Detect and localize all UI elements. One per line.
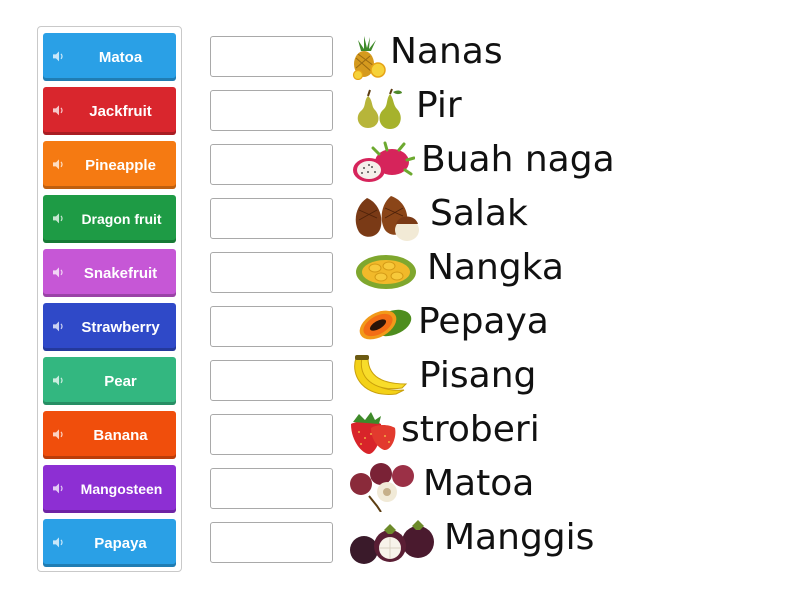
tile-label: Strawberry [81, 318, 160, 336]
speaker-icon[interactable] [52, 104, 64, 116]
tile-jackfruit[interactable]: Jackfruit [43, 87, 176, 135]
target-word-stroberi: stroberi [401, 409, 540, 450]
tile-label: Papaya [94, 534, 147, 552]
speaker-icon[interactable] [52, 482, 64, 494]
tile-papaya[interactable]: Papaya [43, 519, 176, 567]
tile-label: Banana [93, 426, 148, 444]
tile-label: Pear [104, 372, 137, 390]
tile-label: Jackfruit [89, 102, 152, 120]
drop-box-6[interactable] [210, 306, 333, 347]
speaker-icon[interactable] [52, 212, 64, 224]
tile-pineapple[interactable]: Pineapple [43, 141, 176, 189]
pineapple-icon [352, 36, 386, 80]
tile-banana[interactable]: Banana [43, 411, 176, 459]
drop-box-8[interactable] [210, 414, 333, 455]
drop-box-1[interactable] [210, 36, 333, 77]
snakefruit-icon [355, 196, 419, 241]
strawberry-icon [351, 412, 396, 454]
drop-box-7[interactable] [210, 360, 333, 401]
mangosteen-icon [350, 520, 434, 564]
drop-box-2[interactable] [210, 90, 333, 131]
speaker-icon[interactable] [52, 320, 64, 332]
tile-label: Dragon fruit [81, 211, 162, 227]
tile-dragon-fruit[interactable]: Dragon fruit [43, 195, 176, 243]
target-word-buah-naga: Buah naga [421, 139, 615, 180]
drop-box-5[interactable] [210, 252, 333, 293]
speaker-icon[interactable] [52, 50, 64, 62]
banana-icon [354, 355, 408, 395]
dragon-fruit-icon [353, 141, 415, 182]
tile-snakefruit[interactable]: Snakefruit [43, 249, 176, 297]
speaker-icon[interactable] [52, 536, 64, 548]
target-word-nanas: Nanas [390, 31, 503, 72]
matoa-icon [350, 463, 414, 512]
tile-panel: Matoa Jackfruit Pineapple Dragon fruit S… [37, 26, 182, 572]
target-word-nangka: Nangka [427, 247, 564, 288]
tile-label: Snakefruit [83, 264, 158, 282]
target-word-pepaya: Pepaya [418, 301, 549, 342]
speaker-icon[interactable] [52, 158, 64, 170]
target-word-salak: Salak [430, 193, 528, 234]
jackfruit-icon [356, 255, 416, 289]
drop-box-10[interactable] [210, 522, 333, 563]
drop-box-4[interactable] [210, 198, 333, 239]
tile-pear[interactable]: Pear [43, 357, 176, 405]
tile-label: Pineapple [85, 156, 156, 174]
papaya-icon [359, 309, 412, 340]
drop-box-9[interactable] [210, 468, 333, 509]
speaker-icon[interactable] [52, 428, 64, 440]
tile-label: Mangosteen [80, 481, 163, 497]
tile-mangosteen[interactable]: Mangosteen [43, 465, 176, 513]
speaker-icon[interactable] [52, 374, 64, 386]
tile-label: Matoa [98, 48, 143, 66]
tile-strawberry[interactable]: Strawberry [43, 303, 176, 351]
target-word-manggis: Manggis [444, 517, 595, 558]
target-word-pir: Pir [416, 85, 462, 126]
pear-icon [357, 88, 402, 129]
speaker-icon[interactable] [52, 266, 64, 278]
tile-matoa[interactable]: Matoa [43, 33, 176, 81]
target-word-pisang: Pisang [419, 355, 537, 396]
target-word-matoa: Matoa [423, 463, 535, 504]
drop-box-3[interactable] [210, 144, 333, 185]
